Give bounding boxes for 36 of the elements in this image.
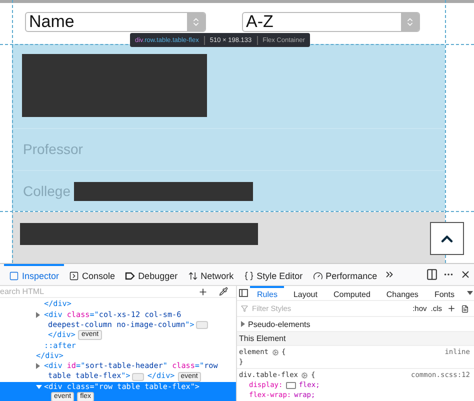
scroll-top-button[interactable] xyxy=(430,222,464,255)
devtools-tab[interactable]: Performance xyxy=(308,264,382,285)
search-field[interactable]: earch HTML xyxy=(0,287,190,296)
disclosure-triangle-icon[interactable] xyxy=(36,312,40,318)
braces-icon xyxy=(244,270,254,280)
stepper-icon xyxy=(191,17,201,27)
devtools-tab[interactable]: Debugger xyxy=(120,264,183,285)
network-icon xyxy=(188,270,198,280)
sidebar-tab[interactable]: Computed xyxy=(326,286,378,300)
inspector-icon xyxy=(9,270,19,280)
add-icon[interactable] xyxy=(446,304,456,313)
sort-select[interactable]: Name xyxy=(25,12,206,32)
document-icon[interactable] xyxy=(460,304,470,312)
disclosure-triangle-icon[interactable] xyxy=(36,363,40,370)
role-label: Professor xyxy=(23,141,83,158)
tag-icon xyxy=(125,272,136,280)
devtools-tab[interactable]: Style Editor xyxy=(238,264,308,285)
sidebar-tab[interactable]: Layout xyxy=(286,286,324,300)
console-icon xyxy=(69,270,80,280)
gear-icon[interactable] xyxy=(272,348,279,356)
sidebar-tab[interactable]: Changes xyxy=(379,286,426,300)
college-label: College xyxy=(23,183,70,200)
devtools-tab[interactable]: Network xyxy=(182,264,239,285)
stepper-icon xyxy=(405,17,415,27)
sidebar-tab[interactable]: Fonts xyxy=(427,286,462,300)
sidebar-tab[interactable]: Rules xyxy=(250,286,284,300)
gauge-icon xyxy=(312,270,323,280)
devtools-tab[interactable]: Console xyxy=(64,264,120,285)
sidebar-toggle-icon[interactable] xyxy=(239,286,248,300)
sort-select[interactable]: A-Z xyxy=(242,12,420,32)
flexbox-toggle-icon[interactable] xyxy=(286,382,296,388)
disclosure-triangle-icon xyxy=(241,321,245,327)
devtools-tab[interactable]: Inspector xyxy=(4,264,64,285)
gear-icon[interactable] xyxy=(301,372,308,378)
section-title: This Element xyxy=(239,334,286,343)
filter-icon xyxy=(241,305,248,312)
